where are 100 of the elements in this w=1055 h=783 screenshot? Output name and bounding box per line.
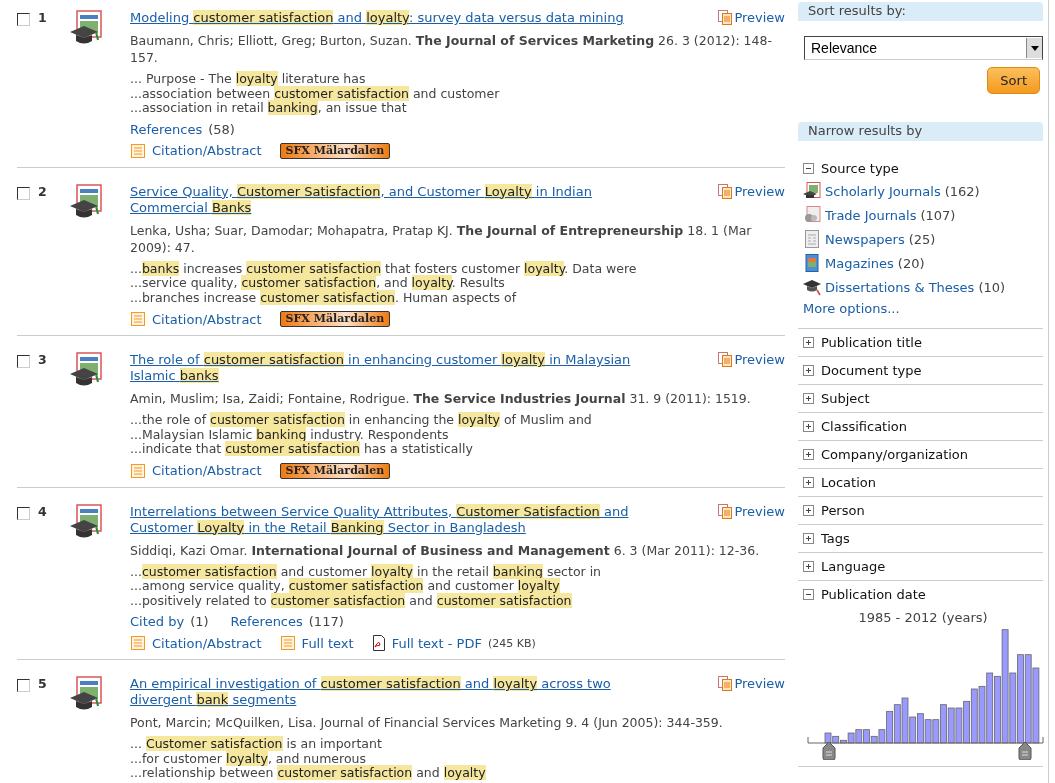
date-range-label: 1985 - 2012 (years) [857,610,989,625]
citation-abstract-link[interactable]: Citation/Abstract [130,635,262,651]
facet-option-link[interactable]: Scholarly Journals (162) [803,182,1043,200]
collapse-icon[interactable] [803,163,814,174]
document-icon [279,635,296,651]
snippet-line: ...association between customer satisfaction and customer [130,86,501,101]
facet-option-link[interactable]: Magazines (20) [803,254,1043,272]
select-checkbox[interactable] [17,679,30,692]
preview-icon [718,183,733,199]
expand-icon[interactable] [803,477,814,488]
trade-journal-icon [803,206,821,224]
abstract-icon [130,635,146,651]
select-checkbox[interactable] [17,13,30,26]
result-title-link[interactable]: Modeling customer satisfaction and loyalty: survey data versus data mining [130,10,624,26]
snippet-line: ...positively related to customer satisfaction and customer satisfaction [130,593,573,608]
scholarly-journal-icon [68,10,104,46]
magazine-icon [803,254,821,272]
select-checkbox[interactable] [17,506,30,520]
result-number: 3 [37,352,48,369]
citation-source: Siddiqi, Kazi Omar. International Journal of Business and Management 6. 3 (Mar 2011): 12-36. [130,541,761,559]
sfx-link-button[interactable]: SFX Mälardalen [279,462,391,479]
select-checkbox[interactable] [17,355,30,368]
newspaper-icon [803,230,821,248]
more-options-link[interactable]: More options... [803,301,1043,322]
result-title-link[interactable]: An empirical investigation of customer satisfaction and loyalty across two divergent bank segments [130,676,660,708]
preview-icon [718,352,733,367]
snippet-line: ...branches increase customer satisfaction. Human aspects of [130,290,518,305]
slider-handle[interactable] [1018,742,1032,760]
sort-select[interactable]: Relevance [804,36,1043,60]
sort-button[interactable]: Sort [987,67,1040,94]
expand-icon[interactable] [803,421,814,432]
result-number: 5 [37,676,48,693]
facet-heading[interactable]: Publication title [821,335,922,350]
citation-abstract-link[interactable]: Citation/Abstract [130,142,262,159]
snippet-line: ...relationship between customer satisfaction and loyalty [130,766,487,781]
facet-heading[interactable]: Location [821,475,876,490]
scholarly-journal-icon [68,503,104,540]
graduation-cap-icon [803,278,821,296]
expand-icon[interactable] [803,533,814,544]
expand-icon[interactable] [803,365,814,376]
citation-abstract-link[interactable]: Citation/Abstract [130,311,262,327]
snippet-line: ...for customer loyalty, and numerous [130,751,366,766]
select-checkbox[interactable] [17,186,30,200]
facet-heading[interactable]: Source type [821,161,899,176]
preview-icon [718,503,733,519]
snippet-line: ...indicate that customer satisfaction has a statistically [130,442,474,457]
preview-link[interactable]: Preview [718,503,785,519]
expand-icon[interactable] [803,337,814,348]
sfx-link-button[interactable]: SFX Mälardalen [279,142,391,159]
facet-heading[interactable]: Document type [821,363,922,378]
preview-link[interactable]: Preview [718,352,785,367]
facet-heading[interactable]: Person [821,503,865,518]
pdf-link[interactable]: Full text - PDF (245 KB) [371,635,536,651]
expand-icon[interactable] [803,449,814,460]
snippet-line: ...customer satisfaction and customer loyalty in the retail banking sector in [130,564,603,579]
result-title-link[interactable]: Service Quality, Customer Satisfaction, and Customer Loyalty in Indian Commercial Banks [130,183,660,216]
scholarly-journal-icon [803,182,821,200]
sfx-link-button[interactable]: SFX Mälardalen [279,311,391,327]
snippet-line: ...among service quality, customer satisfaction and customer loyalty [130,579,561,594]
result-title-link[interactable]: The role of customer satisfaction in enhancing customer loyalty in Malaysian Islamic banks [130,352,660,384]
result-title-link[interactable]: Interrelations between Service Quality Attributes, Customer Satisfaction and Customer Loyalty in the Retail Banking Sector in Bangladesh [130,503,660,536]
preview-icon [718,676,733,691]
snippet-line: ...banks increases customer satisfaction that fosters customer loyalty. Data were [130,261,638,276]
snippet-line: ...the role of customer satisfaction in enhancing the loyalty of Muslim and [130,413,593,428]
slider-handle[interactable] [822,742,836,760]
preview-link[interactable]: Preview [718,10,785,25]
snippet-line: ... Customer satisfaction is an important [130,737,383,752]
expand-icon[interactable] [803,561,814,572]
abstract-icon [130,311,146,327]
full-text-link[interactable]: Full text [279,635,354,651]
count-link[interactable]: Cited by (1) [130,614,209,629]
facet-option-link[interactable]: Newspapers (25) [803,230,1043,248]
result-number: 2 [37,183,48,201]
snippet-line: ...association in retail banking, an issue that [130,101,408,116]
snippet-line: ...Malaysian Islamic banking industry. Respondents [130,427,450,442]
facet-heading[interactable]: Tags [821,531,850,546]
facet-heading[interactable]: Publication date [821,587,926,602]
preview-link[interactable]: Preview [718,676,785,691]
citation-abstract-link[interactable]: Citation/Abstract [130,462,262,479]
count-link[interactable]: References (58) [130,121,235,137]
facet-heading[interactable]: Language [821,559,886,574]
facet-option-link[interactable]: Trade Journals (107) [803,206,1043,224]
facet-heading[interactable]: Classification [821,419,908,434]
result-number: 1 [37,10,48,27]
result-number: 4 [37,503,48,521]
count-link[interactable]: References (117) [230,614,344,629]
citation-source: Pont, Marcin; McQuilken, Lisa. Journal of Financial Services Marketing 9. 4 (Jun 2005): 344-359. [130,714,724,731]
preview-link[interactable]: Preview [718,183,785,199]
scholarly-journal-icon [68,352,104,388]
expand-icon[interactable] [803,505,814,516]
facet-heading[interactable]: Subject [821,391,870,406]
facet-option-link[interactable]: Dissertations & Theses (10) [803,278,1043,296]
expand-icon[interactable] [803,393,814,404]
abstract-icon [130,142,146,159]
collapse-icon[interactable] [803,589,814,600]
citation-source: Lenka, Usha; Suar, Damodar; Mohapatra, Pratap KJ. The Journal of Entrepreneurship 18. 1 (Mar 2009): 47. [130,221,753,256]
abstract-icon [130,462,146,479]
citation-source: Baumann, Chris; Elliott, Greg; Burton, Suzan. The Journal of Services Marketing 26. 3 (2012): 148-157. [130,32,773,66]
snippet-line: ... Purpose - The loyalty literature has [130,72,367,87]
facet-heading[interactable]: Company/organization [821,447,969,462]
